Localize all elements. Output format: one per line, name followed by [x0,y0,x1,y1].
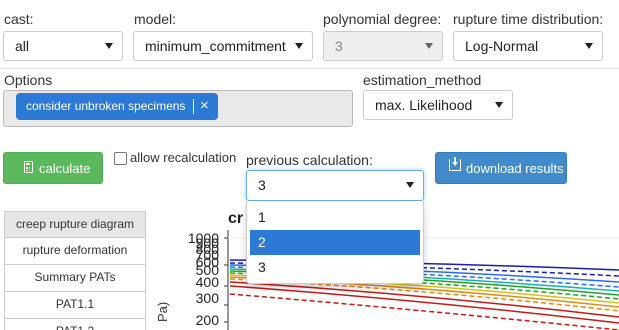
option-tag: consider unbroken specimens × [16,93,218,120]
rupture-distribution-select[interactable]: Log-Normal [453,31,603,61]
polynomial-degree-select: 3 [323,31,443,61]
cast-select-value: all [15,38,30,54]
y-tick: 300 [195,290,219,306]
previous-calculation-select[interactable]: 3 [246,170,424,201]
y-tick: 200 [195,312,219,328]
chart-ylabel: Pa) [155,301,170,322]
download-icon [449,157,461,171]
calculate-label: calculate [39,161,91,176]
estimation-method-value: max. Likelihood [375,97,473,113]
chevron-down-icon [425,43,433,49]
previous-calculation-dropdown: 1 2 3 [246,201,424,284]
dropdown-option-2[interactable]: 2 [250,230,420,255]
chevron-down-icon [585,43,593,49]
rupture-distribution-value: Log-Normal [465,38,539,54]
rupture-distribution-label: rupture time distribution: [453,11,604,27]
option-tag-label: consider unbroken specimens [26,99,186,113]
polynomial-degree-label: polynomial degree: [323,11,442,27]
curve-line [229,293,619,330]
previous-calculation-label: previous calculation: [246,152,373,168]
y-axis-ticks: 1000 900 800 700 600 500 400 300 200 [182,230,222,330]
estimation-method-select[interactable]: max. Likelihood [363,90,513,120]
download-results-button[interactable]: download results [435,152,567,184]
download-results-label: download results [466,161,564,176]
options-multiselect[interactable]: consider unbroken specimens × [3,90,353,127]
polynomial-degree-value: 3 [335,38,343,54]
dropdown-option-1[interactable]: 1 [250,205,420,230]
chart-title: cr [228,210,244,227]
chevron-down-icon [295,43,303,49]
model-select-value: minimum_commitment [145,38,286,54]
chevron-down-icon [406,182,414,188]
cast-select[interactable]: all [3,31,123,61]
allow-recalculation-label: allow recalculation [130,150,237,165]
cast-label: cast: [4,11,34,27]
dropdown-option-3[interactable]: 3 [250,255,420,280]
model-select[interactable]: minimum_commitment [133,31,313,61]
divider [0,68,619,69]
calculator-icon [24,161,33,173]
tab-rupture-deformation[interactable]: rupture deformation [4,238,146,265]
tab-summary-pats[interactable]: Summary PATs [4,265,146,292]
allow-recalculation-checkbox[interactable] [114,152,127,165]
tab-pat1-2[interactable]: PAT1.2 [4,319,146,330]
tab-creep-rupture-diagram[interactable]: creep rupture diagram [4,211,146,238]
chevron-down-icon [495,102,503,108]
estimation-method-label: estimation_method [363,72,482,88]
previous-calculation-value: 3 [258,177,266,193]
model-label: model: [134,11,177,27]
tab-list: creep rupture diagram rupture deformatio… [4,211,146,330]
chevron-down-icon [105,43,113,49]
y-tick: 400 [195,274,219,290]
tag-separator [193,99,194,114]
remove-tag-icon[interactable]: × [200,96,209,116]
calculate-button[interactable]: calculate [3,152,103,184]
tab-pat1-1[interactable]: PAT1.1 [4,292,146,319]
options-label: Options [4,72,53,88]
